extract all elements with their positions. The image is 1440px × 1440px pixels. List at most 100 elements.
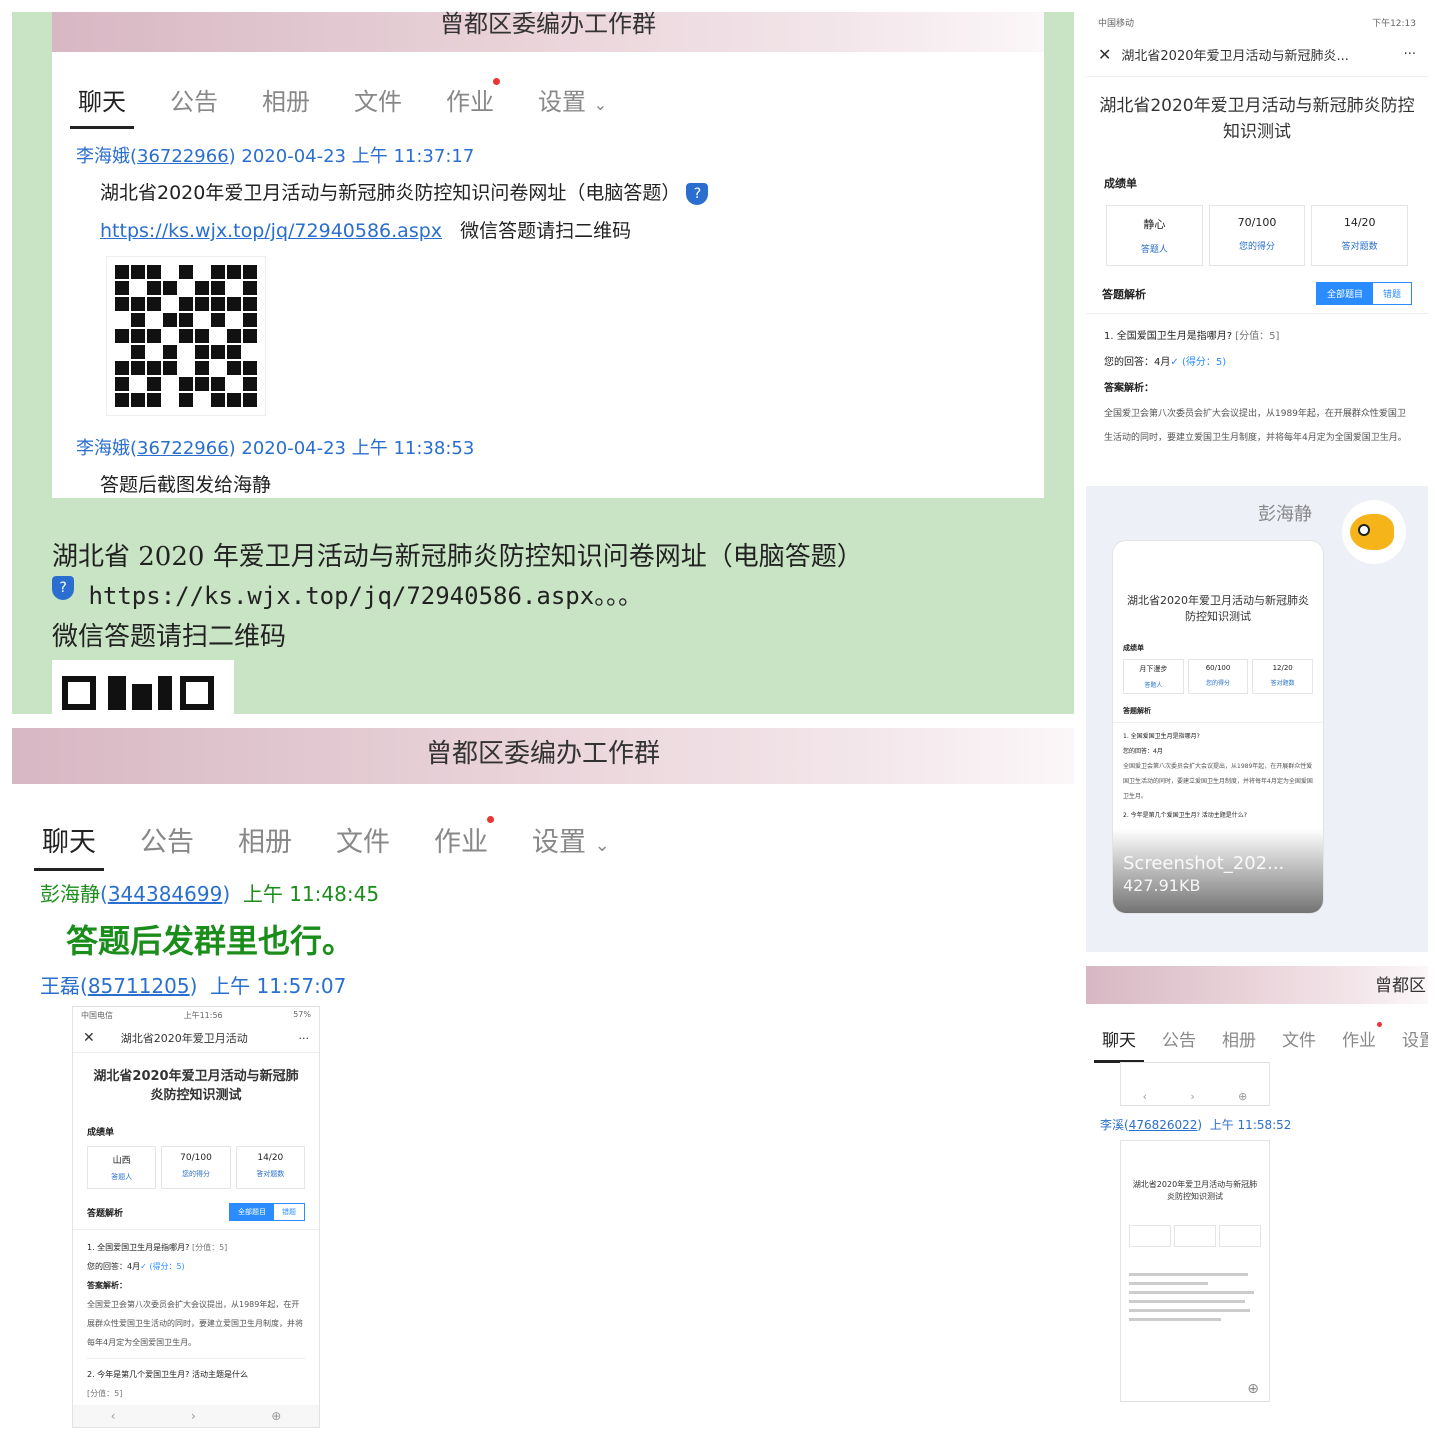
score-label: 答对题数: [256, 1170, 285, 1178]
qr-code-image[interactable]: [106, 256, 266, 416]
tab-chat[interactable]: 聊天: [70, 82, 134, 129]
tab-notice[interactable]: 公告: [170, 82, 218, 117]
msg-header: 李海娥(36722966) 2020-04-23 上午 11:37:17: [76, 146, 475, 167]
tab-chat[interactable]: 聊天: [1094, 1026, 1144, 1063]
question-2-text: 2. 今年是第几个爱国卫生月? 活动主题是什么?: [1123, 812, 1247, 819]
status-bar: 中国移动 下午12:13: [1086, 12, 1428, 33]
score-box-name: [1129, 1225, 1171, 1247]
sender-name[interactable]: 李海娥: [76, 146, 130, 167]
panel-chat-3: 曾都区 聊天 公告 相册 文件 作业 设置 ‹ › ⊕ 李溪(476826022) …: [1086, 966, 1428, 1428]
prev-screenshot-bottom[interactable]: ‹ › ⊕: [1120, 1062, 1270, 1106]
sender-name[interactable]: 王磊: [40, 974, 80, 998]
sender-id[interactable]: 344384699: [108, 882, 223, 906]
tab-settings[interactable]: 设置: [1402, 1026, 1428, 1051]
screenshot-image[interactable]: 湖北省2020年爱卫月活动与新冠肺炎防控知识测试 ⊕: [1120, 1140, 1270, 1402]
doc-line-1: 湖北省 2020 年爱卫月活动与新冠肺炎防控知识问卷网址（电脑答题）: [52, 542, 863, 572]
tab-files[interactable]: 文件: [1282, 1026, 1316, 1051]
msg-time: 2020-04-23 上午 11:37:17: [241, 146, 475, 167]
tab-homework-label: 作业: [446, 88, 494, 116]
group-title-bar: 曾都区委编办工作群: [12, 728, 1074, 784]
forward-icon[interactable]: ›: [191, 1409, 196, 1423]
tab-files[interactable]: 文件: [336, 820, 390, 859]
sender-name[interactable]: 彭海静: [40, 882, 100, 906]
screenshot-bubble[interactable]: 湖北省2020年爱卫月活动与新冠肺炎防控知识测试 成绩单 月下漫步 答题人 60/…: [1112, 540, 1324, 914]
score-box-correct: 14/20 答对题数: [1311, 205, 1409, 266]
filter-toggle[interactable]: 全部题目 错题: [229, 1203, 305, 1221]
tab-settings-label: 设置: [538, 88, 586, 116]
toggle-all[interactable]: 全部题目: [230, 1204, 274, 1220]
nav-title: 湖北省2020年爱卫月活动: [120, 1032, 248, 1045]
chat-window-1: 曾都区委编办工作群 聊天 公告 相册 文件 作业 设置 ⌄ 李海娥(367229…: [52, 12, 1044, 498]
sender-id[interactable]: 36722966: [137, 146, 229, 167]
scorecard-label: 成绩单: [87, 1128, 115, 1138]
check-icon: ✓: [1170, 357, 1179, 368]
msg-link-row: https://ks.wjx.top/jq/72940586.aspx 微信答题…: [100, 216, 631, 243]
score-box-name: 山西 答题人: [87, 1146, 157, 1189]
zoom-icon[interactable]: ⊕: [271, 1409, 281, 1423]
score-value: 14/20: [1343, 216, 1376, 229]
fish-avatar-icon: [1350, 514, 1394, 550]
tab-files[interactable]: 文件: [354, 82, 402, 117]
sender-name[interactable]: 李溪: [1100, 1118, 1124, 1132]
score-box-name: 静心 答题人: [1106, 205, 1203, 266]
tab-settings[interactable]: 设置 ⌄: [538, 82, 607, 117]
tab-chat[interactable]: 聊天: [34, 820, 104, 871]
qr-code-image-partial: [52, 660, 234, 714]
tab-homework[interactable]: 作业: [446, 78, 500, 117]
back-icon[interactable]: ‹: [1143, 1090, 1147, 1103]
score-box-score: [1174, 1225, 1216, 1247]
analysis-row: 答题解析 全部题目 错题: [73, 1189, 319, 1230]
more-icon: ···: [298, 1031, 310, 1045]
zoom-icon[interactable]: ⊕: [1238, 1090, 1247, 1103]
tab-album[interactable]: 相册: [238, 820, 292, 859]
nav-bar: ✕ 湖北省2020年爱卫月活动与新冠肺炎... ···: [1086, 33, 1428, 77]
score-label: 您的得分: [181, 1170, 210, 1178]
panel-chat-bubble: 彭海静 湖北省2020年爱卫月活动与新冠肺炎防控知识测试 成绩单 月下漫步 答题人…: [1086, 486, 1428, 952]
analysis-label: 答题解析: [87, 1208, 124, 1219]
explain-label: 答案解析：: [1104, 383, 1154, 394]
explain-text: 全国爱卫会第八次委员会扩大会议提出，从1989年起，在开展群众性爱国卫生活动的同…: [1104, 409, 1407, 443]
sender-id[interactable]: 476826022: [1129, 1118, 1198, 1132]
score-label: 答对题数: [1341, 242, 1378, 252]
group-title: 曾都区: [1375, 976, 1426, 996]
panel-chat-1: 曾都区委编办工作群 聊天 公告 相册 文件 作业 设置 ⌄ 李海娥(367229…: [12, 12, 1074, 714]
more-icon[interactable]: ···: [1404, 47, 1416, 62]
sender-id[interactable]: 36722966: [137, 438, 229, 459]
question-2-text: 2. 今年是第几个爱国卫生月? 活动主题是什么: [87, 1358, 305, 1384]
score-value: 月下漫步: [1139, 665, 1168, 673]
score-row: 月下漫步 答题人 60/100 您的得分 12/20 答对题数: [1113, 659, 1323, 694]
doc-link[interactable]: https://ks.wjx.top/jq/72940586.aspx: [88, 582, 594, 610]
status-bar: 中国电信 上午11:56 57%: [73, 1007, 319, 1024]
unread-dot-icon: [1377, 1022, 1382, 1027]
tab-settings[interactable]: 设置 ⌄: [532, 820, 610, 859]
tab-homework[interactable]: 作业: [434, 816, 494, 859]
tab-notice[interactable]: 公告: [140, 820, 194, 859]
avatar[interactable]: [1342, 500, 1406, 564]
close-icon[interactable]: ✕: [1098, 45, 1111, 64]
file-overlay: Screenshot_202... 427.91KB: [1113, 829, 1323, 913]
toggle-wrong[interactable]: 错题: [1372, 283, 1411, 304]
tab-album[interactable]: 相册: [262, 82, 310, 117]
group-title: 曾都区委编办工作群: [425, 739, 660, 769]
carrier-label: 中国移动: [1098, 19, 1135, 29]
doc-line-2: ? https://ks.wjx.top/jq/72940586.aspx。。。: [52, 576, 642, 611]
tab-notice[interactable]: 公告: [1162, 1026, 1196, 1051]
question-text: 1. 全国爱国卫生月是指哪月?: [1104, 331, 1233, 342]
toggle-wrong[interactable]: 错题: [274, 1204, 304, 1220]
screenshot-image[interactable]: 中国电信 上午11:56 57% ✕ 湖北省2020年爱卫月活动 ··· 湖北省…: [72, 1006, 320, 1428]
sender-name[interactable]: 李海娥: [76, 438, 130, 459]
zoom-icon[interactable]: ⊕: [1247, 1381, 1259, 1397]
answer-score: (得分：5): [1181, 357, 1227, 368]
shield-icon: ?: [52, 576, 74, 600]
question-text: 1. 全国爱国卫生月是指哪月?: [87, 1243, 190, 1252]
tab-album[interactable]: 相册: [1222, 1026, 1256, 1051]
tab-homework[interactable]: 作业: [1342, 1022, 1382, 1051]
group-title: 曾都区委编办工作群: [440, 10, 656, 38]
back-icon[interactable]: ‹: [111, 1409, 116, 1423]
survey-link[interactable]: https://ks.wjx.top/jq/72940586.aspx: [100, 220, 442, 242]
forward-icon[interactable]: ›: [1190, 1090, 1194, 1103]
toggle-all[interactable]: 全部题目: [1316, 283, 1373, 304]
filter-toggle[interactable]: 全部题目 错题: [1315, 282, 1412, 305]
scorecard-label: 成绩单: [1104, 177, 1137, 190]
sender-id[interactable]: 85711205: [88, 974, 190, 998]
